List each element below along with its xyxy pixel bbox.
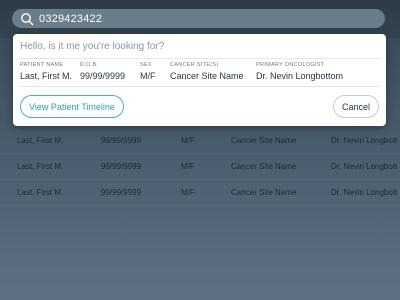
row-dob: 99/99/9999 — [101, 188, 142, 197]
row-site: Cancer Site Name — [231, 136, 297, 145]
patient-table: Last, First M. 99/99/9999 M/F Cancer Sit… — [0, 128, 400, 206]
row-dob: 99/99/9999 — [101, 162, 142, 171]
search-results-popup: Hello, is it me you're looking for? PATI… — [13, 34, 386, 126]
result-cancer-site: Cancer Site Name — [170, 71, 244, 81]
row-oncologist: Dr. Nevin Longbott — [331, 188, 398, 197]
table-row[interactable]: Last, First M. 99/99/9999 M/F Cancer Sit… — [0, 128, 400, 154]
result-dob: 99/99/9999 — [80, 71, 126, 81]
result-patient-name[interactable]: Last, First M. — [20, 71, 72, 81]
row-oncologist: Dr. Nevin Longbott — [331, 162, 398, 171]
row-sex: M/F — [181, 162, 195, 171]
row-name: Last, First M. — [17, 136, 64, 145]
result-primary-oncologist: Dr. Nevin Longbottom — [256, 71, 344, 81]
search-prompt: Hello, is it me you're looking for? — [20, 41, 165, 52]
row-oncologist: Dr. Nevin Longbott — [331, 136, 398, 145]
header-sex: SEX — [140, 62, 152, 68]
header-dob: D.O.B. — [80, 62, 99, 68]
table-row[interactable]: Last, First M. 99/99/9999 M/F Cancer Sit… — [0, 154, 400, 180]
row-name: Last, First M. — [17, 188, 64, 197]
search-icon — [20, 12, 34, 26]
result-sex: M/F — [140, 71, 156, 81]
header-cancer-site: CANCER SITE(S) — [170, 62, 219, 68]
row-dob: 99/99/9999 — [101, 136, 142, 145]
search-bar[interactable]: 0329423422 — [12, 9, 385, 28]
row-name: Last, First M. — [17, 162, 64, 171]
row-site: Cancer Site Name — [231, 162, 297, 171]
divider — [19, 86, 380, 87]
search-input[interactable]: 0329423422 — [39, 13, 102, 25]
header-patient-name: PATIENT NAME — [20, 62, 64, 68]
row-site: Cancer Site Name — [231, 188, 297, 197]
divider — [19, 58, 380, 59]
row-sex: M/F — [181, 136, 195, 145]
header-primary-oncologist: PRIMARY ONCOLOGIST — [256, 62, 325, 68]
top-bar: 0329423422 — [0, 0, 400, 38]
view-patient-timeline-button[interactable]: View Patient Timeline — [20, 95, 124, 118]
table-row[interactable]: Last, First M. 99/99/9999 M/F Cancer Sit… — [0, 180, 400, 206]
row-sex: M/F — [181, 188, 195, 197]
cancel-button[interactable]: Cancel — [333, 95, 379, 118]
